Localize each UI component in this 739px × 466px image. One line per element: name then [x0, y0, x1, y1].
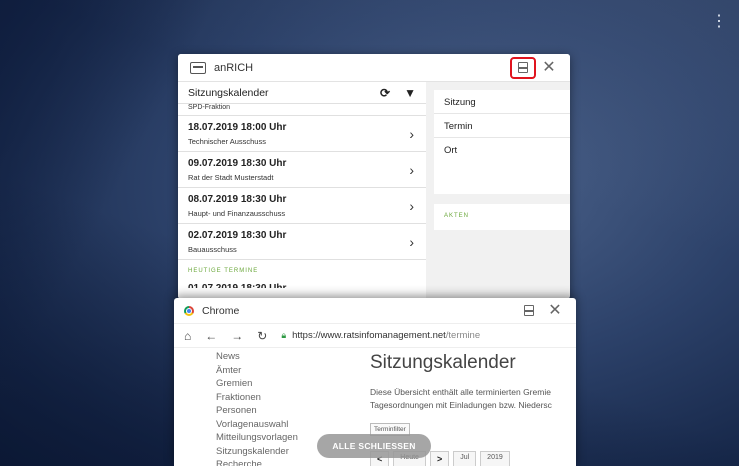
list-item-partial[interactable]: SPD-Fraktion — [178, 104, 426, 116]
detail-row-termin: Termin — [434, 114, 570, 138]
nav-link-personen[interactable]: Personen — [216, 404, 298, 418]
list-item-date: 18.07.2019 18:00 Uhr — [188, 122, 287, 133]
nav-link-gremien[interactable]: Gremien — [216, 377, 298, 391]
chrome-window-title: Chrome — [202, 304, 240, 317]
anrich-app-icon — [190, 61, 206, 74]
pane-header: Sitzungskalender ⟳ ▼ — [178, 82, 426, 104]
pane-header-label: Sitzungskalender — [188, 86, 269, 99]
chevron-right-icon: › — [409, 162, 414, 178]
nav-link-vorlagenauswahl[interactable]: Vorlagenauswahl — [216, 418, 298, 432]
list-item-date: 08.07.2019 18:30 Uhr — [188, 194, 287, 205]
restore-window-button[interactable] — [516, 300, 542, 322]
url-host: https://www.ratsinfomanagement.net — [292, 330, 446, 341]
chevron-right-icon: › — [409, 126, 414, 142]
close-window-button[interactable]: ✕ — [536, 57, 562, 79]
nav-link-mitteilungsvorlagen[interactable]: Mitteilungsvorlagen — [216, 431, 298, 445]
list-item-committee: Haupt- und Finanzausschuss — [188, 209, 286, 218]
chrome-icon — [184, 305, 194, 316]
restore-window-button[interactable] — [510, 56, 536, 79]
reload-icon[interactable]: ↻ — [257, 329, 267, 343]
list-item[interactable]: 18.07.2019 18:00 Uhr Technischer Ausschu… — [178, 116, 426, 152]
lock-icon: 🔒︎ — [281, 330, 287, 340]
page-description-line: Diese Übersicht enthält alle terminierte… — [370, 387, 551, 397]
list-item[interactable]: 02.07.2019 18:30 Uhr Bauausschuss › — [178, 224, 426, 260]
chevron-right-icon: › — [409, 198, 414, 214]
nav-link-sitzungskalender[interactable]: Sitzungskalender — [216, 445, 298, 459]
page-title: Sitzungskalender — [370, 352, 516, 373]
meeting-detail-pane: Sitzung Termin Ort AKTEN — [434, 90, 570, 299]
list-item[interactable]: 08.07.2019 18:30 Uhr Haupt- und Finanzau… — [178, 188, 426, 224]
nav-link-aemter[interactable]: Ämter — [216, 364, 298, 378]
list-item-committee: Technischer Ausschuss — [188, 137, 266, 146]
nav-link-news[interactable]: News — [216, 350, 298, 364]
list-item-date: 02.07.2019 18:30 Uhr — [188, 230, 287, 241]
chevron-right-icon: › — [409, 234, 414, 250]
filter-icon[interactable]: ▼ — [404, 86, 416, 100]
refresh-icon[interactable]: ⟳ — [380, 86, 390, 100]
year-select[interactable]: 2019 — [480, 451, 510, 466]
section-heading-today: HEUTIGE TERMINE — [188, 268, 259, 274]
close-icon: ✕ — [542, 58, 556, 76]
close-icon: ✕ — [548, 301, 562, 319]
detail-row-ort: Ort — [444, 145, 458, 156]
list-item[interactable]: 09.07.2019 18:30 Uhr Rat der Stadt Muste… — [178, 152, 426, 188]
more-vert-icon[interactable]: ⋮ — [711, 14, 727, 30]
close-window-button[interactable]: ✕ — [542, 300, 568, 322]
restore-icon — [518, 62, 528, 73]
anrich-window: anRICH ✕ Sitzungskalender ⟳ ▼ SPD-Frakti… — [178, 54, 570, 299]
home-icon[interactable]: ⌂ — [184, 329, 191, 343]
list-item-committee: Bauausschuss — [188, 245, 237, 254]
chrome-titlebar: Chrome ✕ — [174, 298, 576, 324]
anrich-titlebar: anRICH ✕ — [178, 54, 570, 82]
list-item-date: 09.07.2019 18:30 Uhr — [188, 158, 287, 169]
next-month-button[interactable]: > — [429, 451, 450, 466]
nav-link-recherche[interactable]: Recherche — [216, 458, 298, 466]
site-nav: News Ämter Gremien Fraktionen Personen V… — [216, 350, 298, 466]
detail-card: Sitzung Termin Ort — [434, 90, 570, 194]
page-description: Diese Übersicht enthält alle terminierte… — [370, 386, 552, 412]
forward-arrow-icon[interactable]: → — [231, 329, 243, 343]
list-item-committee: Rat der Stadt Musterstadt — [188, 173, 274, 182]
close-all-button[interactable]: ALLE SCHLIESSEN — [317, 434, 431, 458]
page-description-line: Tagesordnungen mit Einladungen bzw. Nied… — [370, 400, 552, 410]
detail-row-sitzung: Sitzung — [434, 90, 570, 114]
browser-toolbar: ⌂ ← → ↻ 🔒︎ https://www.ratsinfomanagemen… — [174, 324, 576, 348]
anrich-window-title: anRICH — [214, 61, 254, 74]
restore-icon — [524, 305, 534, 316]
back-arrow-icon[interactable]: ← — [205, 329, 217, 343]
address-bar[interactable]: https://www.ratsinfomanagement.net/termi… — [292, 330, 480, 341]
meeting-list-pane: Sitzungskalender ⟳ ▼ SPD-Fraktion 18.07.… — [178, 82, 426, 299]
nav-link-fraktionen[interactable]: Fraktionen — [216, 391, 298, 405]
url-path: /termine — [445, 330, 481, 341]
month-select[interactable]: Jul — [453, 451, 477, 466]
akten-section: AKTEN — [434, 204, 570, 230]
list-item-partial-date[interactable]: 01.07.2019 18:30 Uhr — [178, 280, 426, 288]
